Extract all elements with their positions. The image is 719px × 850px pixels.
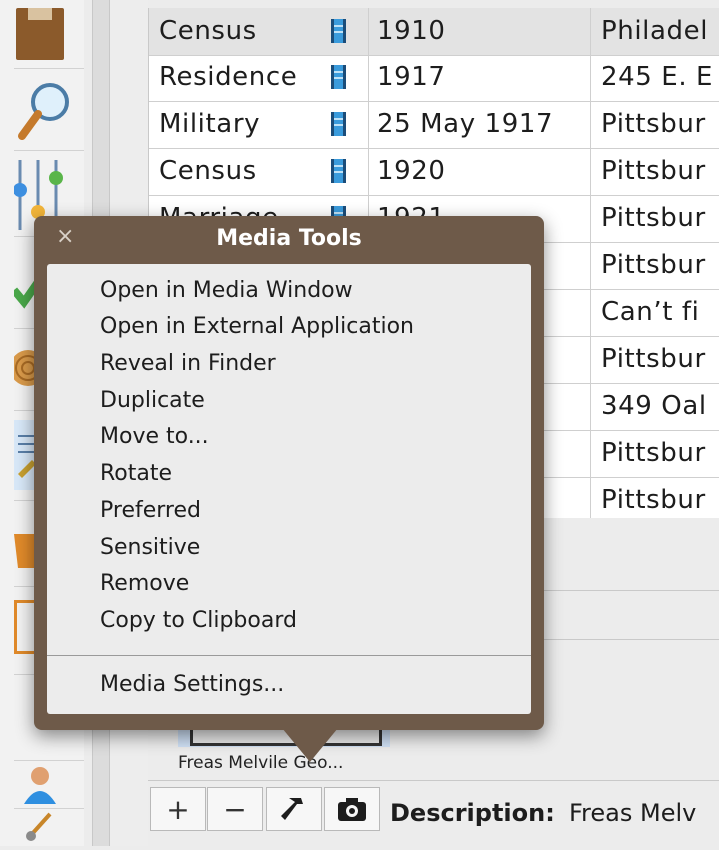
place-cell: Pittsbur (601, 485, 706, 515)
menu-item-remove[interactable]: Remove (100, 571, 189, 596)
remove-media-button[interactable]: − (207, 787, 263, 831)
media-film-icon[interactable] (331, 65, 346, 89)
date-cell: 1917 (369, 54, 591, 101)
popover-title: Media Tools (216, 226, 362, 251)
menu-item-open-in-media-window[interactable]: Open in Media Window (100, 278, 353, 303)
place-cell: Pittsbur (601, 203, 706, 233)
place-cell: 349 Oal (601, 391, 707, 421)
menu-item-sensitive[interactable]: Sensitive (100, 535, 200, 560)
place-cell: Pittsbur (601, 156, 706, 186)
place-cell: Pittsbur (601, 438, 706, 468)
place-cell: Pittsbur (601, 109, 706, 139)
table-row[interactable]: Residence 1917 245 E. E (149, 54, 719, 102)
menu-item-rotate[interactable]: Rotate (100, 461, 172, 486)
place-cell: Philadel (601, 16, 709, 46)
place-cell: Pittsbur (601, 344, 706, 374)
shovel-icon[interactable] (24, 812, 54, 846)
date-cell: 25 May 1917 (369, 101, 591, 148)
camera-icon (338, 798, 366, 821)
menu-separator (47, 655, 531, 656)
frame-icon[interactable] (14, 600, 36, 654)
menu-item-duplicate[interactable]: Duplicate (100, 388, 205, 413)
menu-item-open-in-external-application[interactable]: Open in External Application (100, 314, 414, 339)
media-tools-button[interactable] (266, 787, 322, 831)
media-film-icon[interactable] (331, 112, 346, 136)
table-row[interactable]: Military 25 May 1917 Pittsbur (149, 101, 719, 149)
camera-button[interactable] (324, 787, 380, 831)
menu-item-copy-to-clipboard[interactable]: Copy to Clipboard (100, 608, 297, 633)
media-tools-popover: × Media Tools Open in Media Window Open … (34, 216, 544, 762)
magnifier-icon[interactable] (16, 80, 72, 140)
popover-arrow (282, 728, 338, 762)
popover-menu: Open in Media Window Open in External Ap… (47, 264, 531, 714)
book-icon[interactable] (16, 8, 64, 60)
menu-item-move-to[interactable]: Move to... (100, 424, 209, 449)
table-row[interactable]: Census 1920 Pittsbur (149, 148, 719, 196)
add-media-button[interactable]: + (150, 787, 206, 831)
place-cell: Can’t fi (601, 297, 700, 327)
place-cell: Pittsbur (601, 250, 706, 280)
person-icon[interactable] (22, 764, 58, 804)
date-cell: 1920 (369, 148, 591, 195)
description-value[interactable]: Freas Melv (569, 799, 696, 827)
description-label: Description: (390, 799, 555, 827)
menu-item-media-settings[interactable]: Media Settings... (100, 672, 284, 697)
menu-item-preferred[interactable]: Preferred (100, 498, 201, 523)
date-cell: 1910 (369, 8, 591, 55)
table-row[interactable]: Census 1910 Philadel (149, 8, 719, 56)
media-film-icon[interactable] (331, 19, 346, 43)
menu-item-reveal-in-finder[interactable]: Reveal in Finder (100, 351, 276, 376)
hammer-icon (281, 798, 303, 820)
media-toolbar: + − Description: Freas Melv (148, 780, 719, 847)
media-film-icon[interactable] (331, 159, 346, 183)
place-cell: 245 E. E (601, 62, 714, 92)
